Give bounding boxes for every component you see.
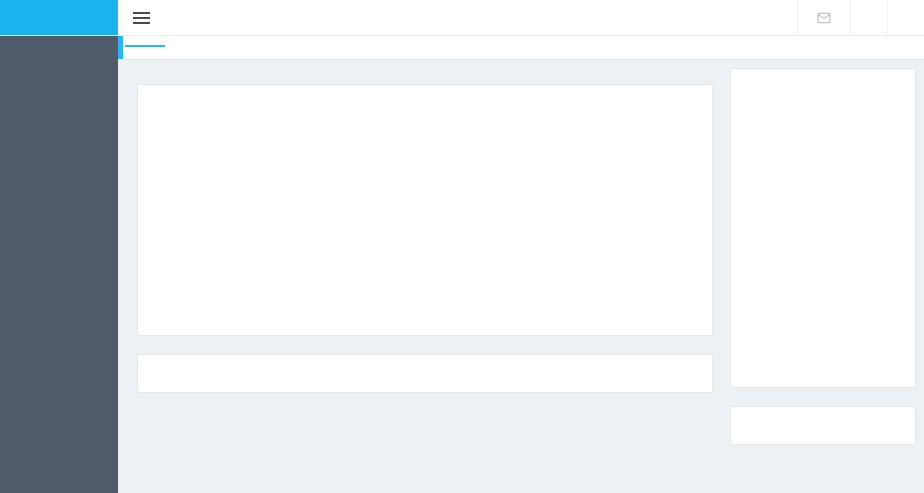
tab-bar [118,36,924,60]
current-user-menu[interactable] [850,0,887,35]
server-info-card [137,354,713,393]
main-area [118,36,924,493]
latest-messages-card [730,68,916,388]
sidebar-toggle-button[interactable] [118,0,164,35]
active-tab-indicator [118,36,123,59]
app-logo [0,0,118,35]
main-column [137,68,713,493]
hamburger-icon [133,9,150,27]
sidebar [0,36,118,493]
header-actions [797,0,924,35]
side-column [730,68,916,493]
logout-button[interactable] [887,0,924,35]
content [118,60,924,493]
chart-header [154,97,696,125]
contact-card [730,406,916,445]
mail-icon [816,10,832,26]
statistics-chart-card [137,84,713,336]
messages-button[interactable] [797,0,850,35]
top-header [0,0,924,36]
tab-dashboard[interactable] [125,45,165,47]
